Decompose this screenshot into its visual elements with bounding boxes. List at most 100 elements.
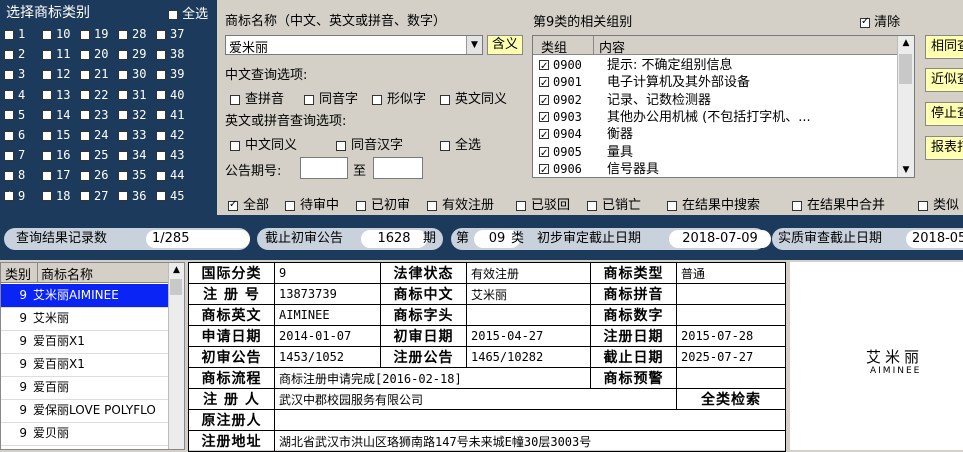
result-scrollbar[interactable]: ▲ [168,263,184,449]
cn-option-1[interactable]: 同音字 [304,88,358,107]
checkbox-icon[interactable] [118,170,128,181]
checkbox-icon[interactable] [440,140,450,151]
checkbox-icon[interactable] [4,90,14,101]
checkbox-icon[interactable] [539,75,549,92]
checkbox-icon[interactable] [304,94,314,105]
class-checkbox-33[interactable]: 33 [118,128,146,142]
result-row[interactable]: 9 艾米丽AIMINEE [1,284,169,308]
checkbox-icon[interactable] [118,49,128,60]
checkbox-icon[interactable] [539,145,549,162]
checkbox-icon[interactable] [118,110,128,121]
checkbox-icon[interactable] [42,29,52,40]
class-checkbox-3[interactable]: 3 [4,67,25,81]
class-checkbox-20[interactable]: 20 [80,47,108,61]
checkbox-icon[interactable] [228,199,238,211]
class-checkbox-36[interactable]: 36 [118,189,146,203]
checkbox-icon[interactable] [372,94,382,105]
filter-4[interactable]: 已驳回 [516,194,570,213]
checkbox-icon[interactable] [80,110,90,121]
class-checkbox-22[interactable]: 22 [80,88,108,102]
checkbox-icon[interactable] [427,200,437,211]
class-checkbox-44[interactable]: 44 [156,168,184,182]
groups-listbox[interactable]: 类组 内容 0900提示: 不确定组别信息0901电子计算机及其外部设备0902… [532,35,915,178]
groups-scrollbar[interactable]: ▲ ▼ [897,36,914,177]
checkbox-icon[interactable] [860,16,870,28]
class-checkbox-37[interactable]: 37 [156,27,184,41]
checkbox-icon[interactable] [918,200,928,211]
checkbox-icon[interactable] [42,150,52,161]
result-row[interactable]: 9 爱保丽LOVE POLYFLO [1,399,169,423]
en-option-1[interactable]: 同音汉字 [336,134,403,153]
checkbox-icon[interactable] [156,69,166,80]
checkbox-icon[interactable] [80,69,90,80]
filter-7[interactable]: 在结果中合并 [792,194,885,213]
checkbox-icon[interactable] [80,191,90,202]
result-row[interactable]: 9 爱百丽X1 [1,353,169,377]
filter-2[interactable]: 已初审 [356,194,410,213]
class-checkbox-27[interactable]: 27 [80,189,108,203]
meaning-button[interactable]: 含义 [487,35,523,55]
class-checkbox-2[interactable]: 2 [4,47,25,61]
class-checkbox-45[interactable]: 45 [156,189,184,203]
checkbox-icon[interactable] [42,170,52,181]
filter-8[interactable]: 类似 [918,194,959,213]
group-row[interactable]: 0902 记录、记数检测器 [533,92,898,110]
checkbox-icon[interactable] [230,94,240,105]
class-checkbox-34[interactable]: 34 [118,148,146,162]
checkbox-icon[interactable] [80,150,90,161]
checkbox-icon[interactable] [4,29,14,40]
checkbox-icon[interactable] [516,200,526,211]
checkbox-icon[interactable] [168,9,178,20]
announce-to-input[interactable] [373,157,423,179]
class-checkbox-7[interactable]: 7 [4,148,25,162]
group-row[interactable]: 0906 信号器具 [533,161,898,177]
scroll-thumb[interactable] [899,54,912,84]
filter-3[interactable]: 有效注册 [427,194,494,213]
checkbox-icon[interactable] [539,110,549,127]
checkbox-icon[interactable] [80,49,90,60]
checkbox-icon[interactable] [80,130,90,141]
checkbox-icon[interactable] [4,170,14,181]
checkbox-icon[interactable] [285,200,295,211]
filter-5[interactable]: 已销亡 [587,194,641,213]
checkbox-icon[interactable] [118,69,128,80]
checkbox-icon[interactable] [80,90,90,101]
group-row[interactable]: 0900 提示: 不确定组别信息 [533,57,898,75]
class-checkbox-23[interactable]: 23 [80,108,108,122]
result-row[interactable]: 9 艾米丽 [1,307,169,331]
trademark-name-input[interactable]: 爱米丽 ▼ [225,35,483,56]
class-checkbox-12[interactable]: 12 [42,67,70,81]
checkbox-icon[interactable] [118,191,128,202]
filter-0[interactable]: 全部 [228,194,269,213]
class-checkbox-19[interactable]: 19 [80,27,108,41]
group-row[interactable]: 0905 量具 [533,144,898,162]
checkbox-icon[interactable] [539,58,549,75]
checkbox-icon[interactable] [156,29,166,40]
class-checkbox-10[interactable]: 10 [42,27,70,41]
checkbox-icon[interactable] [118,150,128,161]
cn-option-0[interactable]: 查拼音 [230,88,284,107]
checkbox-icon[interactable] [156,150,166,161]
group-row[interactable]: 0901 电子计算机及其外部设备 [533,74,898,92]
checkbox-icon[interactable] [156,130,166,141]
class-checkbox-42[interactable]: 42 [156,128,184,142]
class-checkbox-26[interactable]: 26 [80,168,108,182]
scroll-thumb[interactable] [170,279,182,295]
checkbox-icon[interactable] [80,170,90,181]
checkbox-icon[interactable] [80,29,90,40]
side-button-2[interactable]: 停止查 [925,102,963,126]
result-list[interactable]: 类别 商标名称 9 艾米丽AIMINEE 9 艾米丽 9 爱百丽X1 9 爱百丽X1 9 爱百丽 9… [0,262,185,450]
checkbox-icon[interactable] [156,191,166,202]
checkbox-icon[interactable] [587,200,597,211]
checkbox-icon[interactable] [539,127,549,144]
class-checkbox-18[interactable]: 18 [42,189,70,203]
checkbox-icon[interactable] [118,29,128,40]
class-checkbox-24[interactable]: 24 [80,128,108,142]
checkbox-icon[interactable] [156,170,166,181]
class-checkbox-32[interactable]: 32 [118,108,146,122]
cn-option-2[interactable]: 形似字 [372,88,426,107]
class-checkbox-11[interactable]: 11 [42,47,70,61]
class-checkbox-39[interactable]: 39 [156,67,184,81]
result-row[interactable]: 9 爱百丽X1 [1,330,169,354]
checkbox-icon[interactable] [42,69,52,80]
